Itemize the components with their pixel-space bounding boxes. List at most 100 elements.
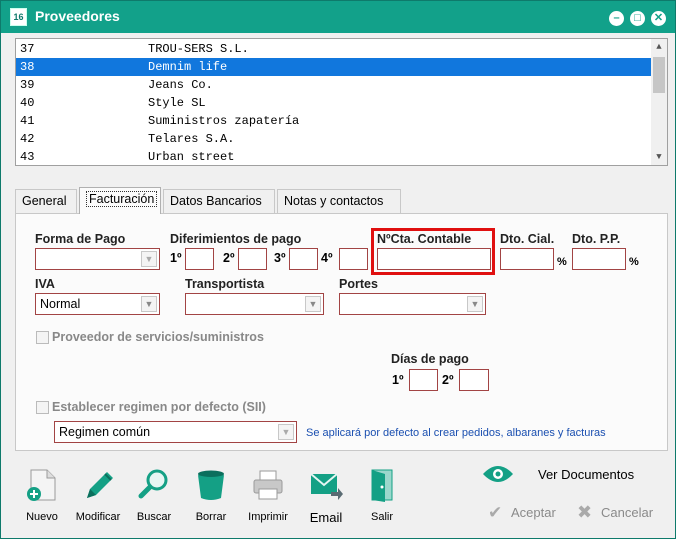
suppliers-window: 16 Proveedores – □ ✕ 37 TROU-SERS S.L. 3… [0,0,676,539]
diferimiento-2-label: 2º [223,251,235,265]
eye-icon [483,466,513,482]
close-icon: ✕ [653,12,664,24]
cancelar-label: Cancelar [601,505,654,520]
portes-label: Portes [339,277,378,291]
dto-cial-input[interactable] [500,248,554,270]
regimen-value: Regimen común [59,425,151,439]
trash-icon [198,470,224,500]
dto-cial-percent: % [557,256,567,268]
ver-documentos-button[interactable]: Ver Documentos [482,461,642,489]
diferimiento-3-label: 3º [274,251,286,265]
dia-pago-2-input[interactable] [459,369,489,391]
iva-value: Normal [40,297,81,311]
supplier-name: Style SL [148,96,206,110]
list-scrollbar[interactable]: ▲ ▼ [651,39,667,165]
tab-general[interactable]: General [15,189,77,213]
regimen-select[interactable]: Regimen común ▼ [54,421,297,443]
diferimiento-2-input[interactable] [238,248,267,270]
list-item-selected[interactable]: 38 Demnim life [16,58,652,76]
tab-notas-contactos[interactable]: Notas y contactos [277,189,401,213]
diferimiento-4-label: 4º [321,251,333,265]
new-document-icon [27,469,56,501]
imprimir-button[interactable]: Imprimir [243,466,293,528]
iva-select[interactable]: Normal ▼ [35,293,160,315]
tab-label: General [22,194,67,208]
salir-label: Salir [370,511,393,523]
diferimiento-1-input[interactable] [185,248,214,270]
aceptar-button[interactable]: ✔ Aceptar [488,501,568,525]
minimize-button[interactable]: – [609,11,624,26]
dia-pago-1-label: 1º [392,373,404,387]
forma-pago-label: Forma de Pago [35,232,126,246]
portes-select[interactable]: ▼ [339,293,486,315]
buscar-button[interactable]: Buscar [129,466,179,528]
diferimiento-3-input[interactable] [289,248,318,270]
dias-pago-label: Días de pago [391,352,469,366]
transportista-select[interactable]: ▼ [185,293,324,315]
chevron-down-icon: ▼ [141,251,157,267]
chevron-down-icon: ▼ [141,296,157,312]
supplier-name: TROU-SERS S.L. [148,42,249,56]
supplier-list[interactable]: 37 TROU-SERS S.L. 38 Demnim life 39 Jean… [15,38,668,166]
transportista-label: Transportista [185,277,265,291]
maximize-button[interactable]: □ [630,11,645,26]
supplier-code: 41 [20,114,35,128]
ver-documentos-label: Ver Documentos [538,467,635,482]
tab-facturacion[interactable]: Facturación [79,187,161,214]
list-item[interactable]: 43 Urban street [16,148,652,166]
proveedor-servicios-checkbox[interactable] [36,331,49,344]
cta-contable-highlight [371,228,495,275]
forma-pago-select[interactable]: ▼ [35,248,160,270]
list-item[interactable]: 41 Suministros zapatería [16,112,652,130]
checkmark-icon: ✔ [488,503,503,522]
dia-pago-1-input[interactable] [409,369,438,391]
title-bar[interactable]: 16 Proveedores – □ ✕ [1,1,675,33]
envelope-icon [310,473,343,500]
supplier-name: Jeans Co. [148,78,213,92]
dia-pago-2-label: 2º [442,373,454,387]
scroll-up-icon[interactable]: ▲ [651,39,667,55]
exit-door-icon [371,469,393,502]
proveedor-servicios-label: Proveedor de servicios/suministros [52,330,264,344]
aceptar-label: Aceptar [511,505,556,520]
borrar-button[interactable]: Borrar [186,466,236,528]
diferimiento-1-label: 1º [170,251,182,265]
chevron-down-icon: ▼ [305,296,321,312]
close-button[interactable]: ✕ [651,11,666,26]
list-item[interactable]: 37 TROU-SERS S.L. [16,40,652,58]
regimen-checkbox-label: Establecer regimen por defecto (SII) [52,400,266,414]
dto-cial-label: Dto. Cial. [500,232,555,246]
cancel-x-icon: ✖ [577,502,593,522]
list-item[interactable]: 39 Jeans Co. [16,76,652,94]
email-button[interactable]: Email [301,466,351,528]
window-title: Proveedores [35,8,120,24]
diferimiento-4-input[interactable] [339,248,368,270]
supplier-code: 42 [20,132,35,146]
supplier-code: 39 [20,78,35,92]
supplier-name: Suministros zapatería [148,114,300,128]
tab-datos-bancarios[interactable]: Datos Bancarios [163,189,275,213]
supplier-code: 43 [20,150,35,164]
diferimientos-label: Diferimientos de pago [170,232,302,246]
tab-label: Facturación [86,191,158,207]
supplier-code: 38 [20,60,35,74]
tab-label: Notas y contactos [284,194,384,208]
modificar-button[interactable]: Modificar [73,466,123,528]
iva-label: IVA [35,277,55,291]
nuevo-button[interactable]: Nuevo [17,466,67,528]
app-icon: 16 [10,8,27,26]
magnifier-icon [138,469,168,499]
scroll-down-icon[interactable]: ▼ [651,149,667,165]
regimen-hint: Se aplicará por defecto al crear pedidos… [306,427,606,439]
cancelar-button[interactable]: ✖ Cancelar [577,501,667,525]
dto-pp-label: Dto. P.P. [572,232,621,246]
dto-pp-input[interactable] [572,248,626,270]
list-item[interactable]: 42 Telares S.A. [16,130,652,148]
salir-button[interactable]: Salir [357,466,407,528]
list-item[interactable]: 40 Style SL [16,94,652,112]
tab-label: Datos Bancarios [170,194,262,208]
supplier-code: 37 [20,42,35,56]
scroll-thumb[interactable] [653,57,665,93]
regimen-checkbox[interactable] [36,401,49,414]
chevron-down-icon: ▼ [467,296,483,312]
